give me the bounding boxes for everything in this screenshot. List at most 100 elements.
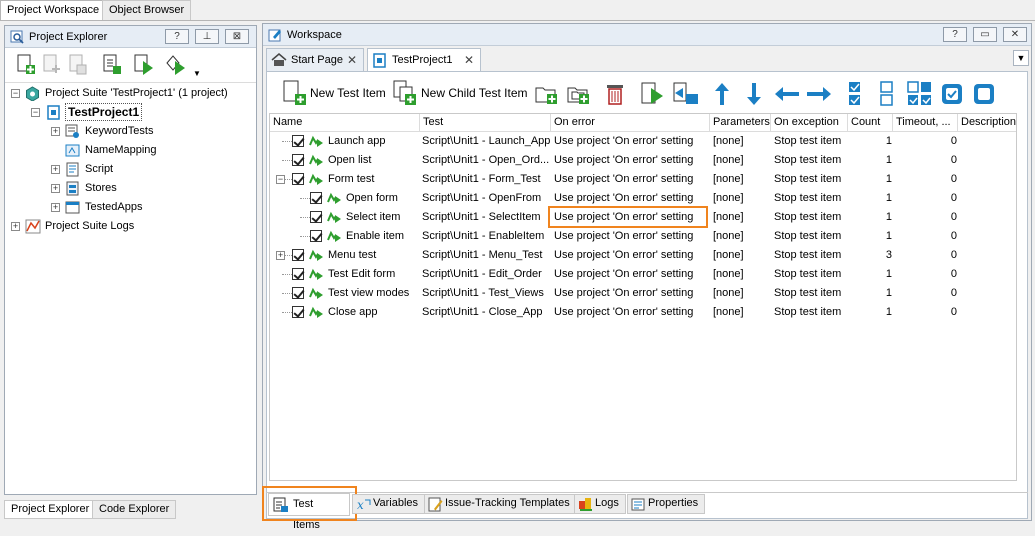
expand-icon[interactable]: + — [51, 203, 60, 212]
enabled-checkbox[interactable] — [292, 135, 304, 147]
column-header-timeout[interactable]: Timeout, ... — [893, 114, 958, 132]
cell-count: 1 — [885, 306, 892, 318]
cell-on-error: Use project 'On error' setting — [554, 154, 694, 166]
collapse-icon[interactable]: − — [31, 108, 40, 117]
tab-issue-tracking-templates[interactable]: Issue-Tracking Templates — [424, 494, 577, 514]
help-button[interactable]: ? — [165, 29, 189, 44]
new-child-test-item-button[interactable]: New Child Test Item — [421, 86, 527, 100]
new-test-item-button[interactable]: New Test Item — [310, 86, 386, 100]
properties-icon[interactable] — [101, 53, 123, 77]
cell-on-exception: Stop test item — [774, 230, 842, 242]
enabled-checkbox[interactable] — [310, 211, 322, 223]
tree-item-testproject1[interactable]: − TestProject1 — [27, 103, 253, 122]
run-selected-icon[interactable] — [640, 80, 666, 108]
run-focused-icon[interactable] — [672, 80, 700, 108]
column-header-name[interactable]: Name — [270, 114, 420, 132]
close-tab-icon[interactable]: ✕ — [464, 49, 474, 71]
properties-icon — [631, 498, 645, 511]
tab-start-page[interactable]: Start Page ✕ — [266, 48, 364, 71]
run-project-icon[interactable] — [133, 53, 155, 77]
tree-item-project-suite[interactable]: − Project Suite 'TestProject1' (1 projec… — [11, 84, 251, 103]
cell-timeout: 0 — [950, 135, 957, 147]
cell-test: Script\Unit1 - EnableItem — [422, 230, 545, 242]
check-all-icon[interactable] — [846, 80, 866, 108]
highlight-test-items-tab — [262, 486, 357, 521]
enabled-checkbox[interactable] — [310, 192, 322, 204]
enabled-checkbox[interactable] — [292, 249, 304, 261]
remove-item-icon[interactable] — [67, 53, 89, 77]
tab-testproject1[interactable]: TestProject1 ✕ — [367, 48, 481, 71]
bottom-tab-divider — [266, 492, 1028, 493]
explorer-tree: − Project Suite 'TestProject1' (1 projec… — [5, 84, 256, 496]
close-panel-button[interactable]: ✕ — [1003, 27, 1027, 42]
add-folder-icon[interactable] — [534, 82, 560, 106]
test-item-icon — [309, 287, 323, 299]
pin-button[interactable]: ⊥ — [195, 29, 219, 44]
tabs-dropdown-button[interactable]: ▼ — [1013, 50, 1029, 66]
cell-on-exception: Stop test item — [774, 135, 842, 147]
enabled-checkbox[interactable] — [310, 230, 322, 242]
delete-icon[interactable] — [604, 81, 628, 107]
collapse-icon[interactable]: − — [276, 175, 285, 184]
tree-item-label: KeywordTests — [85, 125, 154, 137]
move-left-icon[interactable] — [773, 84, 801, 104]
add-existing-item-icon[interactable] — [41, 53, 63, 77]
tab-variables[interactable]: x Variables — [352, 494, 426, 514]
new-test-item-icon[interactable] — [282, 79, 308, 107]
enabled-checkbox[interactable] — [292, 287, 304, 299]
enabled-checkbox[interactable] — [292, 268, 304, 280]
enabled-checkbox[interactable] — [292, 306, 304, 318]
tested-apps-icon — [65, 201, 80, 214]
column-header-test[interactable]: Test — [420, 114, 551, 132]
cell-test: Script\Unit1 - Test_Views — [422, 287, 544, 299]
expand-icon[interactable]: + — [51, 127, 60, 136]
tab-project-explorer[interactable]: Project Explorer — [4, 500, 97, 519]
check-item-icon[interactable] — [940, 82, 964, 106]
column-header-count[interactable]: Count — [848, 114, 893, 132]
close-tab-icon[interactable]: ✕ — [347, 49, 357, 71]
move-right-icon[interactable] — [805, 84, 833, 104]
cell-on-exception: Stop test item — [774, 268, 842, 280]
expand-icon[interactable]: + — [51, 165, 60, 174]
column-header-on-error[interactable]: On error — [551, 114, 710, 132]
tree-item-label: Project Suite Logs — [45, 220, 135, 232]
expand-icon[interactable]: + — [51, 184, 60, 193]
tree-connector — [282, 274, 292, 275]
tab-code-explorer[interactable]: Code Explorer — [92, 500, 177, 519]
new-child-test-item-icon[interactable] — [392, 79, 418, 107]
run-dropdown-arrow-icon[interactable]: ▼ — [193, 69, 201, 78]
enabled-checkbox[interactable] — [292, 173, 304, 185]
add-child-folder-icon[interactable] — [566, 82, 592, 106]
add-new-item-icon[interactable] — [15, 53, 37, 77]
close-panel-button[interactable]: ⊠ — [225, 29, 249, 44]
column-header-on-exception[interactable]: On exception — [771, 114, 848, 132]
top-tab-divider — [0, 20, 1035, 21]
help-button[interactable]: ? — [943, 27, 967, 42]
expand-icon[interactable]: + — [11, 222, 20, 231]
tab-label: Properties — [648, 497, 699, 509]
project-explorer-panel: Project Explorer ? ⊥ ⊠ ▼ − Project Suite… — [4, 25, 257, 495]
workspace-title: Workspace — [287, 29, 342, 41]
check-children-icon[interactable] — [906, 80, 934, 108]
column-header-parameters[interactable]: Parameters — [710, 114, 771, 132]
tab-properties[interactable]: Properties — [627, 494, 706, 514]
uncheck-all-icon[interactable] — [878, 80, 898, 108]
restore-button[interactable]: ▭ — [973, 27, 997, 42]
tab-logs[interactable]: Logs — [574, 494, 626, 514]
uncheck-item-icon[interactable] — [972, 82, 996, 106]
tree-item-label: NameMapping — [85, 144, 157, 156]
test-item-icon — [309, 154, 323, 166]
expand-icon[interactable]: + — [276, 251, 285, 260]
run-suite-icon[interactable] — [165, 53, 187, 77]
move-up-icon[interactable] — [712, 80, 732, 108]
cell-timeout: 0 — [950, 154, 957, 166]
column-header-description[interactable]: Description — [958, 114, 1016, 132]
cell-timeout: 0 — [950, 173, 957, 185]
tab-project-workspace[interactable]: Project Workspace — [0, 0, 107, 21]
enabled-checkbox[interactable] — [292, 154, 304, 166]
test-item-icon — [309, 249, 323, 261]
cell-count: 1 — [885, 154, 892, 166]
move-down-icon[interactable] — [744, 80, 764, 108]
tab-object-browser[interactable]: Object Browser — [102, 0, 192, 20]
collapse-icon[interactable]: − — [11, 89, 20, 98]
